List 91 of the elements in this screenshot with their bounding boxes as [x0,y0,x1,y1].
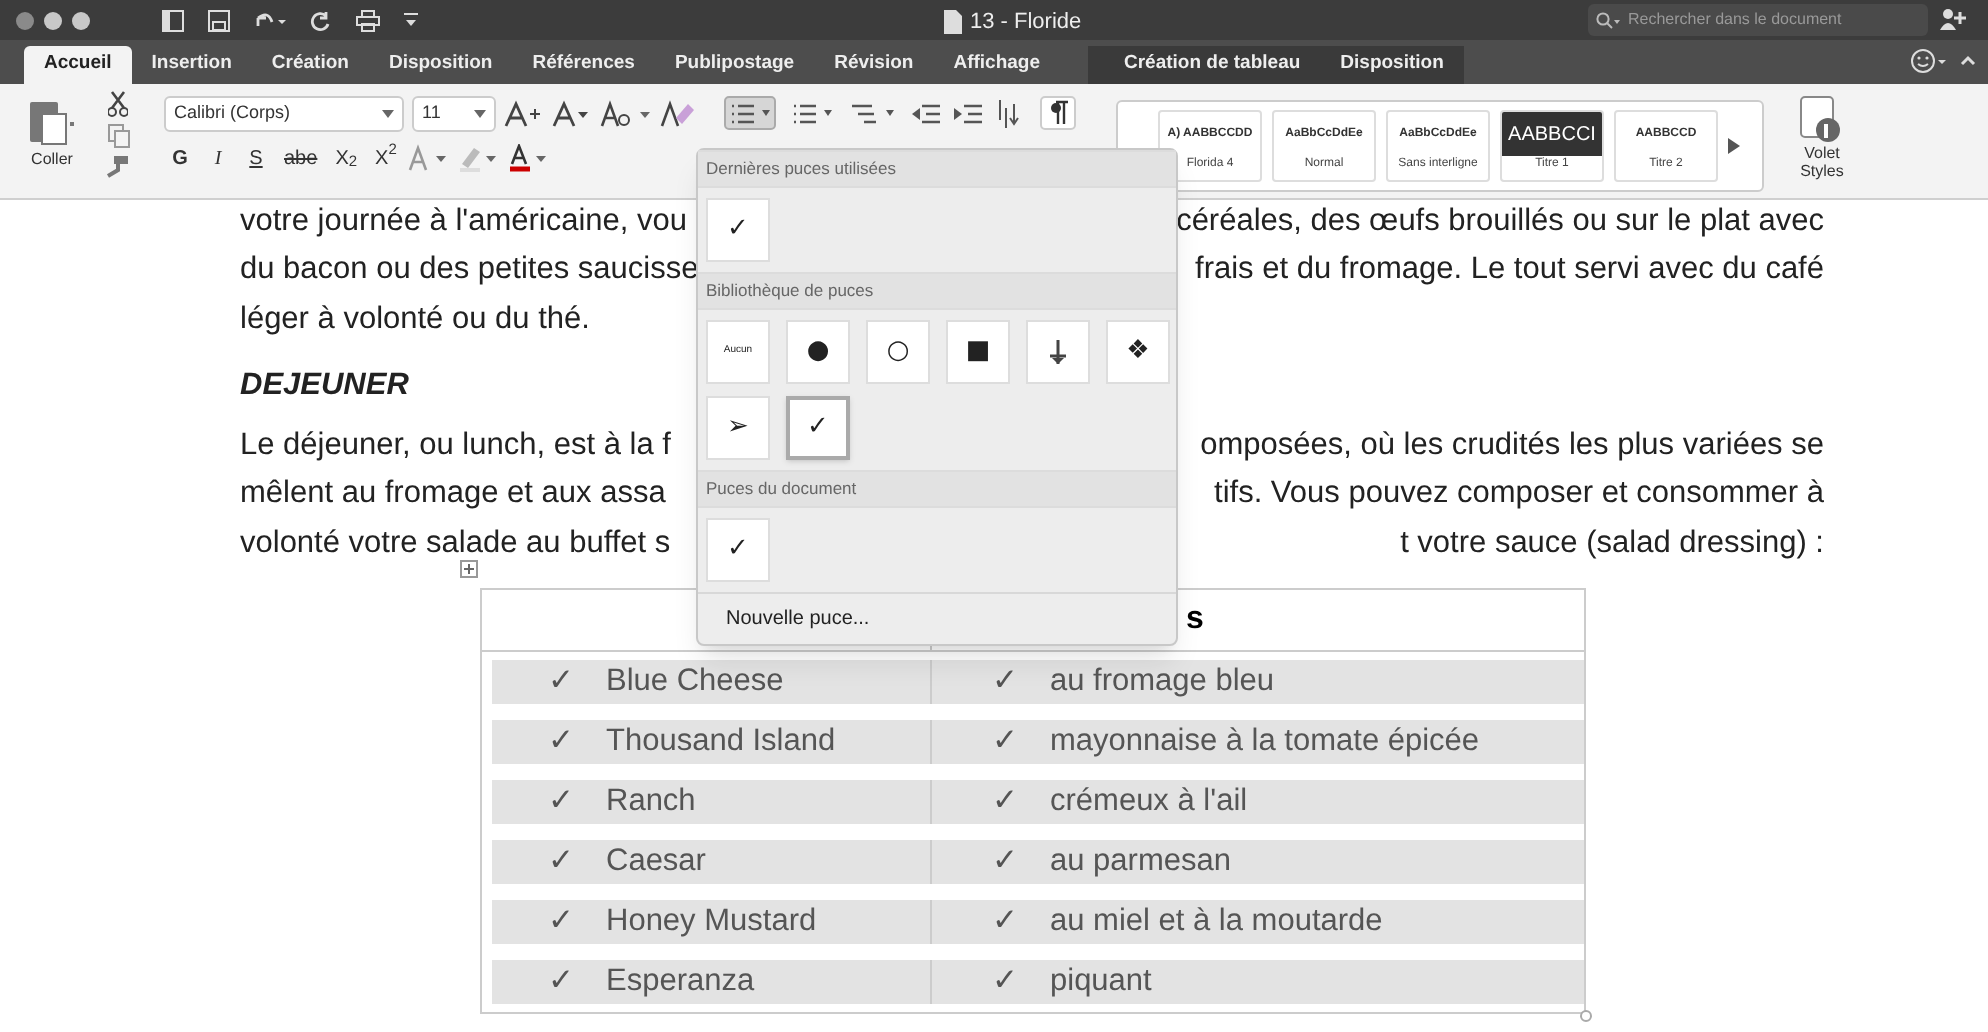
table-cell: ✓ Blue Cheese [492,660,932,704]
close-button[interactable] [16,11,34,29]
copy-icon[interactable] [107,124,129,148]
paragraph-text: volonté votre salade au buffet s [240,523,671,564]
table-cell: ✓ Caesar [492,840,932,884]
paragraph-text: mêlent au fromage et aux assa [240,474,666,515]
table-cell: ✓ Esperanza [492,960,932,1004]
share-person-icon[interactable] [1940,8,1966,30]
ribbon-tab[interactable]: Références [512,46,655,84]
paste-icon[interactable] [28,96,76,148]
dagger-bullet-icon [1048,340,1068,364]
chevron-down-icon [474,110,486,118]
section-header: Bibliothèque de puces [698,272,1176,310]
window-title: 13 - Floride [970,8,1082,38]
table-cell: ✓ crémeux à l'ail [932,780,1584,824]
paragraph-text: Le déjeuner, ou lunch, est à la f [240,425,671,466]
format-button[interactable]: S [240,142,272,174]
ribbon-tab[interactable]: Affichage [933,46,1060,84]
search-field[interactable]: Rechercher dans le document [1588,4,1928,36]
format-button[interactable]: abe [278,142,324,174]
bullet-option[interactable]: ● [786,320,850,384]
minimize-button[interactable] [44,11,62,29]
grow-font-icon[interactable] [504,100,544,128]
search-icon [1596,11,1620,29]
paragraph-text: frais et du fromage. Le tout servi avec du café [1195,250,1824,291]
pilcrow-icon[interactable] [1040,96,1076,130]
table-move-handle-icon[interactable] [460,560,478,578]
format-button[interactable]: G [164,142,196,174]
table-cell: ✓ piquant [932,960,1584,1004]
format-button[interactable]: X$^{2}$ [369,142,403,174]
table-cell: ✓ au parmesan [932,840,1584,884]
paragraph-text: léger à volonté ou du thé. [240,299,590,340]
paragraph-text: tifs. Vous pouvez composer et consommer à [1214,474,1824,515]
paragraph-text: t votre sauce (salad dressing) : [1400,523,1824,564]
font-size-dropdown[interactable]: 11 [412,96,496,132]
print-icon[interactable] [356,9,380,31]
paragraph-text: votre journée à l'américaine, vou [240,201,688,242]
shrink-font-icon[interactable] [552,100,592,128]
table-resize-handle-icon[interactable] [1580,1010,1592,1022]
format-painter-icon[interactable] [106,154,130,178]
bullet-option[interactable]: ○ [866,320,930,384]
paragraph-text: omposées, où les crudités les plus variées se [1200,425,1824,466]
bullet-option[interactable]: ✓ [706,198,770,262]
table-header-cell-text: s [1186,600,1204,640]
chevron-down-icon [382,110,394,118]
section-header: Puces du document [698,470,1176,508]
save-icon[interactable] [208,9,230,31]
change-case-icon[interactable] [600,100,652,128]
bullet-list-icon[interactable] [724,96,776,130]
table-cell: ✓ Thousand Island [492,720,932,764]
ribbon-tab[interactable]: Création [251,46,369,84]
bullet-option[interactable]: ✓ [786,396,850,460]
redo-icon[interactable] [310,9,332,31]
more-styles-arrow-icon[interactable] [1728,138,1740,154]
collapse-ribbon-icon[interactable] [1960,54,1976,66]
undo-icon[interactable] [254,9,286,31]
ribbon-tab[interactable]: Révision [814,46,934,84]
bullet-option[interactable]: ❖ [1106,320,1170,384]
table-cell: ✓ Ranch [492,780,932,824]
zoom-button[interactable] [72,11,90,29]
scissors-icon[interactable] [108,90,128,118]
table-cell: ✓ au miel et à la moutarde [932,900,1584,944]
table-cell: ✓ mayonnaise à la tomate épicée [932,720,1584,764]
format-button[interactable]: I [202,142,234,174]
section-heading: DEJEUNER [240,366,409,407]
paste-label[interactable]: Coller [31,148,73,172]
styles-pane-label[interactable]: Volet Styles [1800,144,1844,180]
new-bullet-item[interactable]: Nouvelle puce... [698,592,1176,644]
table-cell: ✓ Honey Mustard [492,900,932,944]
search-input[interactable]: Rechercher dans le document [1628,8,1908,32]
ribbon-tab[interactable]: Création de tableau [1088,46,1321,84]
customize-toolbar-icon[interactable] [404,12,418,28]
ribbon-tab[interactable]: Publipostage [654,46,815,84]
section-header: Dernières puces utilisées [698,150,1176,188]
format-button[interactable]: X$_{2}$ [329,142,364,174]
bullet-option[interactable]: ■ [946,320,1010,384]
ribbon-tab[interactable]: Accueil [24,46,132,84]
bullet-option[interactable]: ✓ [706,518,770,582]
clear-formatting-icon[interactable] [660,98,696,130]
ribbon-tab[interactable]: Disposition [1320,46,1464,84]
smiley-icon[interactable] [1910,48,1950,74]
paragraph-text: céréales, des œufs brouillés ou sur le plat avec [1176,201,1824,242]
font-dropdown[interactable]: Calibri (Corps) [164,96,404,132]
ribbon-tab[interactable]: Disposition [368,46,513,84]
table-cell: ✓ au fromage bleu [932,660,1584,704]
bullet-option[interactable]: ➢ [706,396,770,460]
ribbon-tab[interactable]: Insertion [131,46,252,84]
document-icon [944,10,962,35]
sidebar-icon[interactable] [162,9,184,31]
paragraph-text: du bacon ou des petites saucisse [240,250,699,291]
bullet-option[interactable] [1026,320,1090,384]
